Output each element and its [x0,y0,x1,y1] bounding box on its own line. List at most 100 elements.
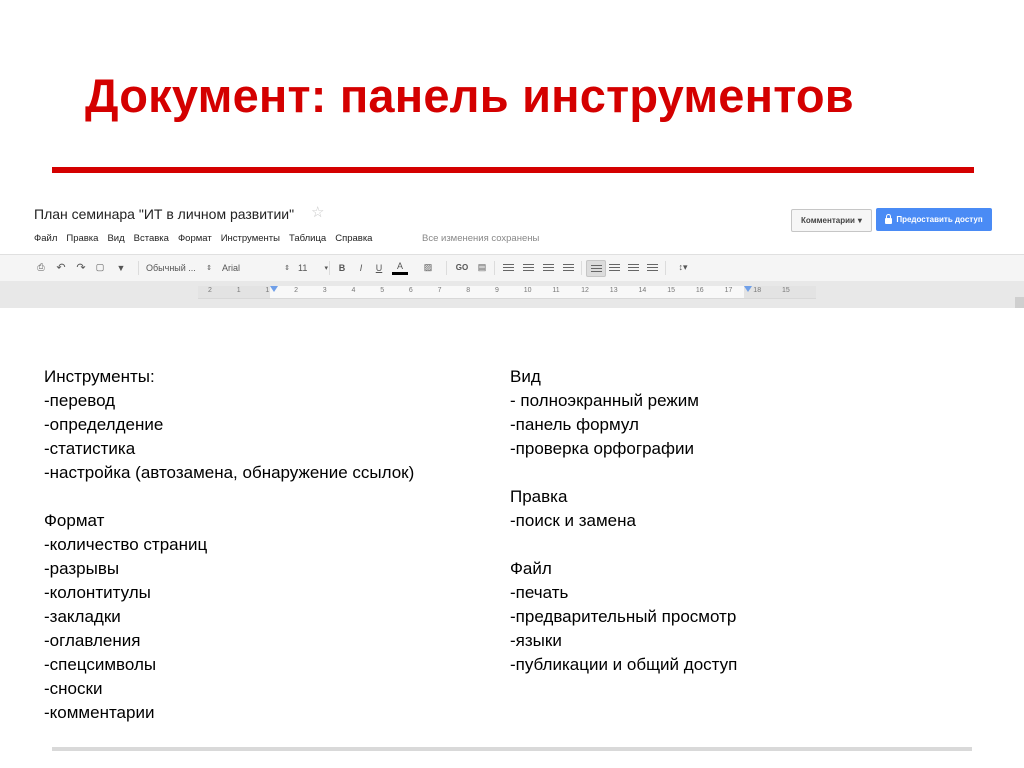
list-item: -предварительный просмотр [510,607,737,626]
section-heading: Правка [510,487,568,506]
text-color-button[interactable]: A [392,260,408,275]
ruler-tick-label: 8 [466,287,471,294]
star-icon[interactable]: ☆ [311,203,324,221]
ruler-tick-label: 16 [695,287,704,294]
ruler-tick-label: 2 [208,287,212,294]
lock-icon [885,214,893,224]
paint-format-icon[interactable]: ▼ [111,260,131,275]
ruler-tick-label: 1 [265,287,270,294]
list-item: -проверка орфографии [510,439,694,458]
ruler-tick-label: 6 [408,287,413,294]
list-item: -сноски [44,679,103,698]
toolbar-divider [494,261,495,275]
bulleted-list-icon[interactable] [520,260,536,275]
font-select[interactable]: Arial ⇕ [222,260,290,275]
document-title[interactable]: План семинара "ИТ в личном развитии" [34,206,294,222]
ruler-tick-label: 9 [495,287,499,294]
docs-screenshot: План семинара "ИТ в личном развитии" ☆ Ф… [0,196,1024,308]
numbered-list-icon[interactable] [500,260,516,275]
highlight-icon[interactable]: ▨ [420,260,436,275]
list-item: -настройка (автозамена, обнаружение ссыл… [44,463,415,482]
redo-icon[interactable]: ↷ [74,260,88,275]
list-item: - полноэкранный режим [510,391,699,410]
right-indent-marker-icon[interactable] [744,286,752,292]
increase-indent-icon[interactable] [560,260,576,275]
menu-tools[interactable]: Инструменты [221,233,280,244]
chevron-down-icon: ▾ [857,216,862,225]
font-value: Arial [222,262,241,273]
ruler-tick-label: 10 [523,287,532,294]
bottom-divider [52,747,972,751]
ruler-tick-label: 15 [667,287,675,294]
clipboard-icon[interactable]: ▢ [93,260,107,275]
left-column: Инструменты: -перевод -определдение -статис… [44,365,514,725]
menu-edit[interactable]: Правка [66,233,98,244]
list-item: -комментарии [44,703,155,722]
list-item: -публикации и общий доступ [510,655,738,674]
ruler-tick-label: 2 [294,287,298,294]
list-item: -колонтитулы [44,583,151,602]
ruler-tick-label: 14 [638,287,647,294]
ruler-tick-label: 1 [236,287,241,294]
toolbar-divider [138,261,139,275]
toolbar-divider [665,261,666,275]
comments-button[interactable]: Комментарии ▾ [791,209,872,232]
list-item: -панель формул [510,415,639,434]
slide-title: Документ: панель инструментов [85,69,854,122]
section-heading: Вид [510,367,541,386]
align-right-icon[interactable] [625,260,641,275]
toolbar-divider [329,261,330,275]
list-item: -количество страниц [44,535,208,554]
ruler-tick-label: 11 [552,287,560,294]
scrollbar[interactable] [1015,297,1024,308]
line-spacing-icon[interactable]: ↕▾ [671,260,695,275]
list-item: -статистика [44,439,136,458]
menu-file[interactable]: Файл [34,233,57,244]
title-underline [52,167,974,173]
font-size-select[interactable]: 11 ▾ [298,260,328,275]
italic-button[interactable]: I [355,260,367,275]
section-heading: Инструменты: [44,367,155,386]
toolbar-divider [581,261,582,275]
stepper-icon: ⇕ [206,264,212,272]
style-select[interactable]: Обычный ... ⇕ [146,260,212,275]
share-label: Предоставить доступ [896,215,983,224]
undo-icon[interactable]: ↶ [54,260,68,275]
menu-format[interactable]: Формат [178,233,212,244]
ruler-tick-label: 7 [437,287,442,294]
indent-marker-icon[interactable] [270,286,278,292]
section-heading: Формат [44,511,105,530]
bold-button[interactable]: B [336,260,348,275]
ruler[interactable]: 2 1 1 2 3 4 5 6 7 8 9 10 11 12 13 14 15 16 17 18 15 [198,286,816,299]
right-column: Вид - полноэкранный режим -панель формул -п… [510,365,990,677]
ruler-tick-label: 12 [581,287,589,294]
menu-view[interactable]: Вид [107,233,124,244]
list-item: -закладки [44,607,121,626]
align-left-icon[interactable] [586,260,606,277]
chevron-down-icon: ▾ [324,264,328,272]
style-value: Обычный ... [146,262,196,273]
menu-bar: Файл Правка Вид Вставка Формат Инструмен… [34,233,372,244]
comment-icon[interactable]: ▤ [475,260,489,275]
align-justify-icon[interactable] [644,260,660,275]
menu-insert[interactable]: Вставка [134,233,169,244]
stepper-icon: ⇕ [284,264,290,272]
list-item: -поиск и замена [510,511,636,530]
print-icon[interactable]: ⎙ [34,260,48,275]
ruler-area: 2 1 1 2 3 4 5 6 7 8 9 10 11 12 13 14 15 16 17 18 15 [0,281,1024,308]
align-center-icon[interactable] [606,260,622,275]
ruler-tick-label: 5 [380,287,385,294]
link-button[interactable]: GO [453,260,471,275]
share-button[interactable]: Предоставить доступ [876,208,992,231]
underline-button[interactable]: U [373,260,385,275]
list-item: -языки [510,631,562,650]
ruler-tick-label: 4 [351,287,356,294]
formatting-toolbar: ⎙ ↶ ↷ ▢ ▼ Обычный ... ⇕ Arial ⇕ 11 ▾ B I… [0,254,1024,282]
ruler-tick-label: 15 [782,287,790,294]
decrease-indent-icon[interactable] [540,260,556,275]
menu-table[interactable]: Таблица [289,233,326,244]
list-item: -определдение [44,415,164,434]
menu-help[interactable]: Справка [335,233,372,244]
ruler-tick-label: 18 [753,287,762,294]
